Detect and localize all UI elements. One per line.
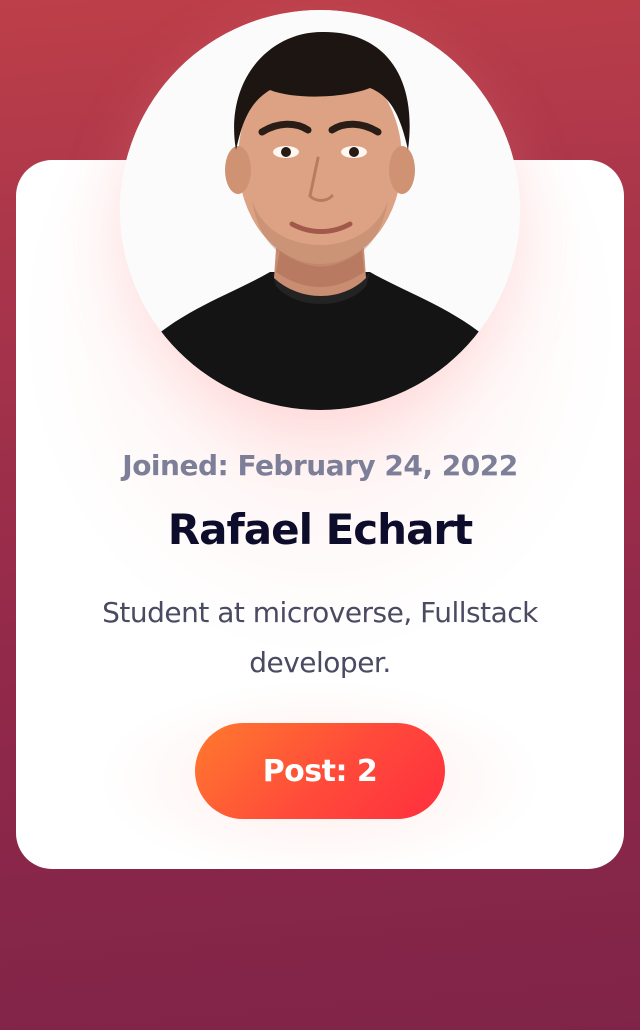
profile-bio: Student at microverse, Fullstack develop… xyxy=(102,596,538,679)
avatar-portrait-image xyxy=(120,10,520,410)
joined-date: Joined: February 24, 2022 xyxy=(122,449,518,482)
profile-name: Rafael Echart xyxy=(167,505,473,554)
profile-avatar xyxy=(120,10,520,410)
post-count-button[interactable]: Post: 2 xyxy=(195,723,445,819)
